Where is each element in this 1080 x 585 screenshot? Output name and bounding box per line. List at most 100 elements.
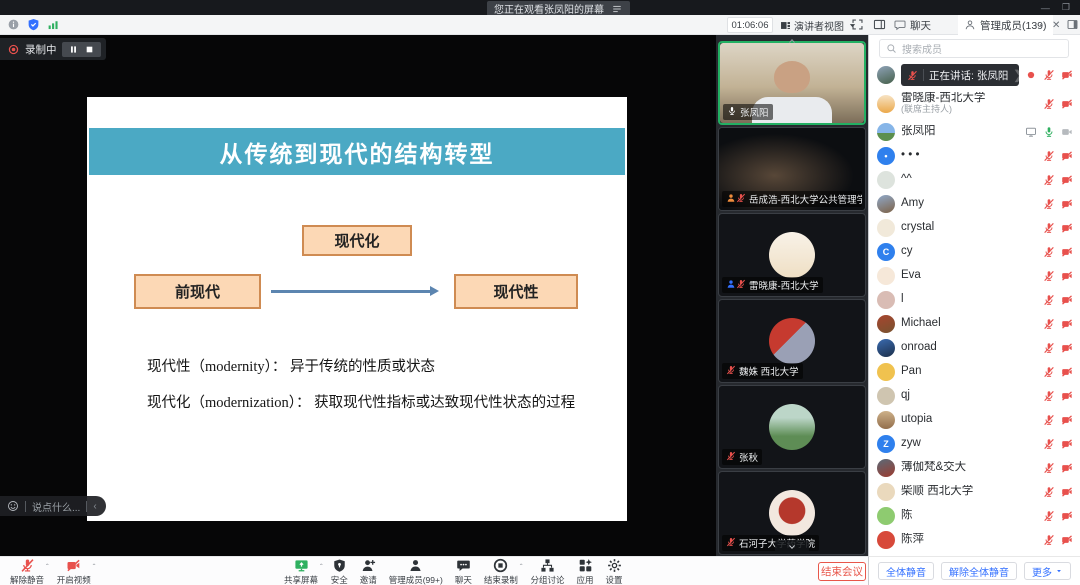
member-row[interactable]: Pan — [869, 360, 1080, 384]
window-controls: — ❐ — [1041, 0, 1070, 15]
maximize-icon[interactable]: ❐ — [1062, 2, 1070, 13]
members-panel: 搜索成员 正在讲话: 张凤阳 ❯❯ — [868, 35, 1080, 556]
pause-recording-icon[interactable] — [69, 45, 78, 54]
panel-close-icon[interactable]: ✕ — [1052, 15, 1060, 35]
slide-box-modernization: 现代化 — [302, 225, 412, 256]
member-av-controls[interactable] — [1043, 462, 1073, 474]
expand-caret[interactable]: ˆ — [93, 563, 96, 572]
member-av-controls[interactable] — [1043, 390, 1073, 402]
expand-caret[interactable]: ˆ — [520, 563, 523, 572]
side-panel-icon[interactable] — [1066, 18, 1079, 31]
member-row[interactable]: Michael — [869, 312, 1080, 336]
member-row[interactable]: • • • • — [869, 144, 1080, 168]
member-row[interactable]: l — [869, 288, 1080, 312]
member-row[interactable]: Eva — [869, 264, 1080, 288]
member-av-controls[interactable] — [1043, 150, 1073, 162]
expand-caret[interactable]: ˆ — [320, 563, 323, 572]
network-signal-icon[interactable] — [47, 18, 60, 31]
scroll-up-icon[interactable] — [785, 36, 799, 46]
video-tile[interactable]: 张秋 — [718, 385, 866, 469]
video-tile[interactable]: 雷晓康-西北大学 — [718, 213, 866, 297]
member-av-controls[interactable] — [1043, 366, 1073, 378]
member-row[interactable]: onroad — [869, 336, 1080, 360]
member-row[interactable]: qj — [869, 384, 1080, 408]
panel-footer-button[interactable]: 解除全体静音 — [941, 562, 1017, 580]
member-av-controls[interactable] — [1043, 294, 1073, 306]
invite-icon — [361, 558, 376, 573]
mic-off-icon — [1043, 98, 1055, 110]
tab-chat[interactable]: 聊天 — [888, 15, 937, 35]
smiley-icon[interactable] — [7, 500, 19, 512]
mic-off-icon — [1043, 198, 1055, 210]
toolbar-button[interactable]: 管理成员(99+) — [383, 557, 449, 585]
member-av-controls[interactable] — [1043, 222, 1073, 234]
member-av-controls[interactable] — [1043, 246, 1073, 258]
toolbar-button[interactable]: 共享屏幕 — [278, 557, 324, 585]
member-avatar: Z — [877, 435, 895, 453]
toolbar-button[interactable]: 解除静音 — [4, 557, 50, 585]
member-av-controls[interactable] — [1043, 174, 1073, 186]
info-icon[interactable] — [7, 18, 20, 31]
member-row[interactable]: 雷晓康-西北大学 (联席主持人) — [869, 87, 1080, 120]
member-avatar — [877, 411, 895, 429]
toolbar-button[interactable]: 设置 — [600, 557, 629, 585]
video-name-label: 岳成浩-西北大学公共管理学院 — [722, 191, 862, 207]
chat-placeholder[interactable]: 说点什么... — [32, 499, 80, 514]
member-av-controls[interactable] — [1043, 438, 1073, 450]
member-av-controls[interactable] — [1043, 486, 1073, 498]
panel-footer-button[interactable]: 更多 — [1024, 562, 1071, 580]
member-av-controls[interactable] — [1043, 510, 1073, 522]
member-row[interactable]: 张凤阳 — [869, 120, 1080, 144]
collapse-bubble-icon[interactable]: ‹ — [93, 501, 96, 512]
toolbar-button[interactable]: 邀请 — [354, 557, 383, 585]
member-av-controls[interactable] — [1043, 270, 1073, 282]
view-mode-selector[interactable]: 演讲者视图 — [780, 17, 858, 33]
fullscreen-icon[interactable] — [851, 18, 864, 31]
member-row[interactable]: 正在讲话: 张凤阳 ❯❯ — [869, 63, 1080, 87]
search-members-input[interactable]: 搜索成员 — [879, 39, 1069, 58]
slide-line-2: 现代化（modernization）： 获取现代性指标或达致现代性状态的过程 — [147, 385, 617, 421]
layout-icon[interactable] — [873, 18, 886, 31]
watching-screen-banner[interactable]: 您正在观看张凤阳的屏幕 — [487, 1, 630, 16]
member-row[interactable]: 陈萍 — [869, 528, 1080, 552]
toolbar-button[interactable]: 聊天 — [449, 557, 478, 585]
shield-check-icon[interactable] — [27, 18, 40, 31]
stop-recording-icon[interactable] — [85, 45, 94, 54]
cam-off-icon — [1061, 98, 1073, 110]
video-tile[interactable]: 张凤阳 — [718, 41, 866, 125]
scroll-down-pill[interactable] — [775, 540, 809, 553]
expand-caret[interactable]: ˆ — [46, 563, 49, 572]
member-row[interactable]: ^^ — [869, 168, 1080, 192]
watching-banner-text: 您正在观看张凤阳的屏幕 — [494, 1, 604, 16]
member-row[interactable]: 柴顺 西北大学 — [869, 480, 1080, 504]
toolbar-button[interactable]: 结束录制 — [478, 557, 524, 585]
video-tile[interactable]: 岳成浩-西北大学公共管理学院 — [718, 127, 866, 211]
member-av-controls[interactable] — [1025, 126, 1073, 138]
toolbar-button[interactable]: 安全 — [325, 557, 354, 585]
panel-more-icon[interactable]: ··· — [1034, 15, 1048, 35]
member-av-controls[interactable] — [1043, 98, 1073, 110]
member-row[interactable]: Amy — [869, 192, 1080, 216]
member-row[interactable]: crystal — [869, 216, 1080, 240]
toolbar-button[interactable]: 应用 — [571, 557, 600, 585]
member-av-controls[interactable] — [1025, 69, 1073, 81]
member-av-controls[interactable] — [1043, 342, 1073, 354]
member-av-controls[interactable] — [1043, 198, 1073, 210]
member-av-controls[interactable] — [1043, 534, 1073, 546]
minimize-icon[interactable]: — — [1041, 3, 1050, 13]
quick-chat-bubble[interactable]: 说点什么... ‹ — [0, 496, 106, 516]
member-row[interactable]: 陈 — [869, 504, 1080, 528]
member-row[interactable]: Z zyw — [869, 432, 1080, 456]
end-meeting-button[interactable]: 结束会议 — [818, 562, 866, 581]
member-row[interactable]: 薄伽梵&交大 — [869, 456, 1080, 480]
member-row[interactable]: utopia — [869, 408, 1080, 432]
panel-footer-button[interactable]: 全体静音 — [878, 562, 934, 580]
banner-menu-icon[interactable] — [611, 3, 623, 15]
member-av-controls[interactable] — [1043, 414, 1073, 426]
member-row[interactable]: C cy — [869, 240, 1080, 264]
slide-box-premodern: 前现代 — [134, 274, 261, 309]
toolbar-button[interactable]: 分组讨论 — [525, 557, 571, 585]
toolbar-button[interactable]: 开启视频 — [51, 557, 97, 585]
video-tile[interactable]: 魏姝 西北大学 — [718, 299, 866, 383]
member-av-controls[interactable] — [1043, 318, 1073, 330]
